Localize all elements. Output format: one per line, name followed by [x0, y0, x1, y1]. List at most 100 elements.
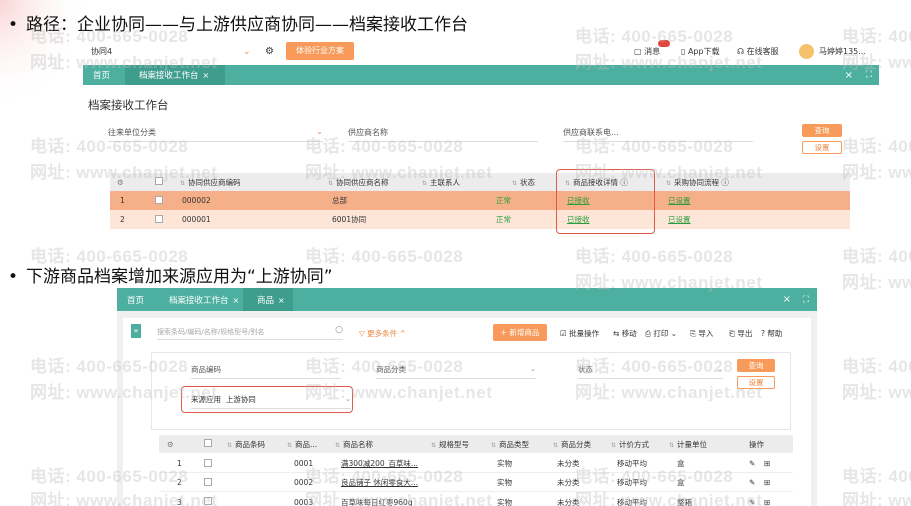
settings-button[interactable]: 设置 [802, 141, 842, 154]
query-button[interactable]: 查询 [737, 359, 775, 372]
header-pricing[interactable]: ⇅ 计价方式 [611, 439, 649, 450]
upstream-category-select[interactable]: 往来单位分类 ⌄ [108, 127, 323, 142]
new-product-button[interactable]: + 新增商品 [493, 324, 547, 341]
tab-archive-workbench[interactable]: 档案接收工作台 × [139, 69, 209, 81]
table-row[interactable]: 2 000001 6001协同 正常 已接收 已设置 [110, 210, 850, 229]
row-index: 2 [177, 478, 182, 487]
table-row[interactable]: 2 0002 良品铺子 休闲零食大... 实物 未分类 移动平均 盒 ✎ ⊞ [159, 474, 793, 492]
app-name[interactable]: 协同4 [91, 46, 112, 57]
table-row[interactable]: 3 0003 百草味每日红枣960g 实物 未分类 移动平均 整箱 ✎ ⊞ [159, 493, 793, 506]
tab-archive-workbench[interactable]: 档案接收工作台 × [169, 294, 239, 306]
product-category: 未分类 [557, 478, 580, 487]
help-button[interactable]: ? 帮助 [761, 328, 782, 339]
edit-icon[interactable]: ✎ [749, 498, 755, 506]
settings-icon[interactable]: ⚙ [117, 178, 124, 187]
header-purchase-flow[interactable]: ⇅ 采购协同流程 ⓘ [666, 177, 729, 188]
chevron-down-icon[interactable]: ⌄ [243, 47, 251, 57]
settings-icon[interactable]: ⚙ [167, 440, 174, 449]
user-name[interactable]: 马婷婷135... [819, 46, 866, 57]
purchase-flow-link[interactable]: 已设置 [668, 195, 691, 206]
message-button[interactable]: ▢ 消息 [634, 46, 660, 57]
header-supplier-code[interactable]: ⇅ 协同供应商编码 [180, 177, 241, 188]
row-checkbox[interactable] [155, 214, 163, 225]
supplier-contact-input[interactable]: 供应商联系电... [563, 127, 753, 142]
online-service-button[interactable]: ☊ 在线客服 [737, 46, 779, 57]
fullscreen-icon[interactable]: ⛶ [866, 70, 872, 80]
product-name-link[interactable]: 百草味每日红枣960g [341, 497, 431, 506]
avatar[interactable] [799, 44, 814, 59]
close-all-icon[interactable]: × [783, 294, 791, 305]
product-code: 0002 [294, 478, 314, 487]
close-icon[interactable]: × [233, 296, 240, 305]
app-download-button[interactable]: ▯ App下载 [681, 46, 720, 57]
bullet-1-text: 路径：企业协同——与上游供应商协同——档案接收工作台 [26, 15, 468, 35]
header-unit[interactable]: ⇅ 计量单位 [669, 439, 707, 450]
product-category: 未分类 [557, 497, 580, 506]
search-input[interactable]: 搜索条码/编码/名称/规格型号/别名 ○ [157, 325, 343, 340]
select-all-checkbox[interactable] [155, 177, 163, 187]
chevron-up-icon: ^ [399, 329, 406, 338]
chevron-down-icon: ⌄ [670, 329, 678, 338]
tab-product[interactable]: 商品 × [257, 294, 285, 306]
product-name-link[interactable]: 满300减200_百草味... [341, 458, 431, 469]
close-icon[interactable]: × [203, 71, 210, 80]
watermark-phone: 电话: 400-665-0028 [842, 357, 911, 376]
header-category[interactable]: ⇅ 商品分类 [553, 439, 591, 450]
header-contact[interactable]: ⇅ 主联系人 [422, 177, 460, 188]
table-header: ⚙ ⇅ 协同供应商编码 ⇅ 协同供应商名称 ⇅ 主联系人 ⇅ 状态 ⇅ 商品接收详情 ⓘ … [110, 173, 850, 191]
bullet-dot: • [8, 267, 19, 287]
supplier-name-input[interactable]: 供应商名称 [348, 127, 538, 142]
header-name[interactable]: ⇅ 商品名称 [335, 439, 373, 450]
move-button[interactable]: ⇆ 移动 [613, 328, 637, 339]
pricing-method: 移动平均 [617, 497, 647, 506]
tab-label: 商品 [257, 295, 275, 306]
move-icon: ⇆ [613, 329, 620, 338]
row-index: 1 [120, 196, 125, 205]
product-code-input[interactable]: 商品编码 [191, 364, 341, 379]
header-barcode[interactable]: ⇅ 商品条码 [227, 439, 265, 450]
table-row[interactable]: 1 0001 满300减200_百草味... 实物 未分类 移动平均 盒 ✎ ⊞ [159, 455, 793, 473]
qrcode-icon[interactable]: ⊞ [764, 459, 770, 468]
export-button[interactable]: ⎗ 导出 [729, 328, 752, 339]
more-conditions-toggle[interactable]: ▽ 更多条件 ^ [359, 328, 406, 339]
product-category: 未分类 [557, 459, 580, 468]
edit-icon[interactable]: ✎ [749, 459, 755, 468]
header-spec[interactable]: ⇅ 规格型号 [431, 439, 469, 450]
product-category-select[interactable]: 商品分类 ⌄ [376, 364, 536, 379]
row-checkbox[interactable] [204, 497, 212, 506]
tab-home[interactable]: 首页 [127, 294, 144, 306]
solution-button[interactable]: 体验行业方案 [286, 42, 354, 60]
gear-icon[interactable]: ⚙ [265, 46, 274, 57]
qrcode-icon[interactable]: ⊞ [764, 498, 770, 506]
print-button[interactable]: ⎙ 打印 ⌄ [645, 328, 677, 339]
row-checkbox[interactable] [204, 477, 212, 488]
batch-button[interactable]: ☑ 批量操作 [560, 328, 599, 339]
qrcode-icon[interactable]: ⊞ [764, 478, 770, 487]
settings-button[interactable]: 设置 [737, 376, 775, 389]
close-all-icon[interactable]: × [845, 70, 853, 81]
header-status[interactable]: ⇅ 状态 [512, 177, 535, 188]
table-row[interactable]: 1 000002 总部 正常 已接收 已设置 [110, 191, 850, 210]
row-checkbox[interactable] [155, 195, 163, 206]
query-button[interactable]: 查询 [802, 124, 842, 137]
status-select[interactable]: 状态 ⌄ [578, 364, 723, 379]
edit-icon[interactable]: ✎ [749, 478, 755, 487]
fullscreen-icon[interactable]: ⛶ [803, 295, 809, 305]
header-supplier-name[interactable]: ⇅ 协同供应商名称 [328, 177, 389, 188]
edit-icon: ☑ [560, 329, 567, 338]
tab-home[interactable]: 首页 [93, 69, 110, 81]
page-title: 档案接收工作台 [88, 98, 169, 112]
select-all-checkbox[interactable] [204, 439, 212, 449]
header-code[interactable]: ⇅ 商品... [287, 439, 317, 450]
chevron-down-icon: ⌄ [529, 364, 536, 373]
close-icon[interactable]: × [278, 296, 285, 305]
purchase-flow-link[interactable]: 已设置 [668, 214, 691, 225]
product-name-link[interactable]: 良品铺子 休闲零食大... [341, 477, 431, 488]
header-type[interactable]: ⇅ 商品类型 [491, 439, 529, 450]
bullet-dot: • [8, 15, 19, 35]
import-button[interactable]: ⎘ 导入 [690, 328, 713, 339]
export-icon: ⎗ [729, 329, 735, 338]
row-checkbox[interactable] [204, 458, 212, 469]
expand-panel-icon[interactable]: » [131, 324, 141, 338]
search-icon[interactable]: ○ [335, 325, 343, 335]
